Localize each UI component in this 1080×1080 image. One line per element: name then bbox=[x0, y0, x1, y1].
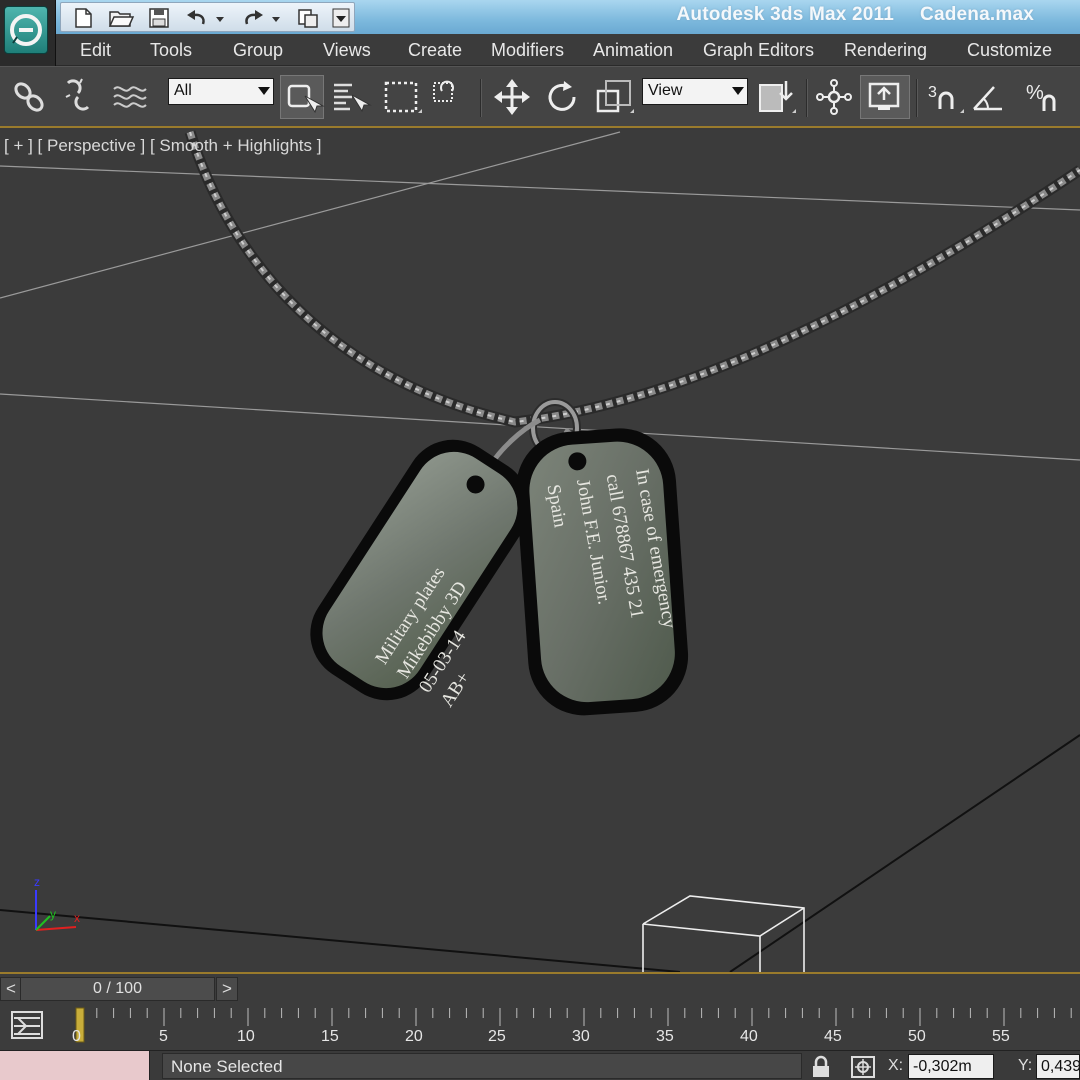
axis-x-label: x bbox=[74, 911, 80, 925]
y-coordinate-field[interactable]: 0,439 bbox=[1036, 1054, 1080, 1079]
scene-render: Military plates Mikebibby 3D 05-03-14 AB… bbox=[0, 130, 1080, 972]
x-coordinate-label: X: bbox=[888, 1057, 904, 1074]
app-title: Autodesk 3ds Max 2011 bbox=[676, 4, 895, 25]
menu-customize[interactable]: Customize bbox=[967, 40, 1052, 61]
window-title: Autodesk 3ds Max 2011 Cadena.max bbox=[677, 4, 1034, 26]
snaps-toggle-icon[interactable]: 3 bbox=[922, 75, 966, 119]
toolbar-separator bbox=[480, 79, 482, 117]
track-bar[interactable]: 0 5 10 15 20 25 30 35 40 45 50 55 bbox=[0, 1002, 1080, 1050]
save-icon[interactable] bbox=[145, 6, 173, 30]
wireframe-box bbox=[642, 895, 805, 972]
title-bar: Autodesk 3ds Max 2011 Cadena.max bbox=[0, 0, 1080, 34]
window-crossing-icon[interactable] bbox=[428, 75, 472, 119]
file-name: Cadena.max bbox=[920, 4, 1034, 25]
chevron-down-icon bbox=[258, 87, 270, 95]
select-and-scale-icon[interactable] bbox=[592, 75, 636, 119]
tick-45: 45 bbox=[824, 1028, 842, 1045]
curve-editor-icon[interactable] bbox=[0, 1006, 56, 1046]
time-slider[interactable]: 0 / 100 bbox=[20, 977, 215, 1001]
select-and-manipulate-icon[interactable] bbox=[812, 75, 856, 119]
tick-50: 50 bbox=[908, 1028, 926, 1045]
y-coordinate-label: Y: bbox=[1018, 1057, 1033, 1074]
chain bbox=[184, 130, 1080, 468]
menu-graph-editors[interactable]: Graph Editors bbox=[703, 40, 814, 61]
select-by-name-icon[interactable] bbox=[330, 75, 374, 119]
next-frame-button[interactable]: > bbox=[216, 977, 238, 1001]
viewport-label[interactable]: [ + ] [ Perspective ] [ Smooth + Highlig… bbox=[4, 136, 321, 156]
tick-55: 55 bbox=[992, 1028, 1010, 1045]
reference-coordinate-value: View bbox=[648, 82, 683, 99]
select-and-rotate-icon[interactable] bbox=[540, 75, 584, 119]
percent-snap-toggle-icon[interactable]: % bbox=[1020, 75, 1064, 119]
app-logo-icon bbox=[4, 6, 48, 54]
quick-access-toolbar bbox=[60, 2, 355, 32]
dog-tag-left bbox=[310, 439, 530, 701]
tick-40: 40 bbox=[740, 1028, 758, 1045]
application-button[interactable] bbox=[0, 0, 56, 66]
maxscript-listener[interactable] bbox=[0, 1051, 150, 1080]
selection-filter-value: All bbox=[174, 82, 192, 99]
axis-z-label: z bbox=[34, 875, 40, 889]
bind-to-space-warp-icon[interactable] bbox=[108, 75, 152, 119]
tick-30: 30 bbox=[572, 1028, 590, 1045]
menu-animation[interactable]: Animation bbox=[593, 40, 673, 61]
toolbar-separator bbox=[916, 79, 918, 117]
selection-status: None Selected bbox=[162, 1053, 802, 1079]
open-folder-icon[interactable] bbox=[107, 6, 135, 30]
undo-icon[interactable] bbox=[183, 6, 211, 30]
lock-icon[interactable] bbox=[808, 1055, 834, 1079]
tick-5: 5 bbox=[159, 1028, 168, 1045]
select-and-move-icon[interactable] bbox=[490, 75, 534, 119]
tick-15: 15 bbox=[321, 1028, 339, 1045]
tick-10: 10 bbox=[237, 1028, 255, 1045]
project-folder-icon[interactable] bbox=[295, 6, 323, 30]
redo-dropdown-icon[interactable] bbox=[269, 6, 283, 30]
axis-gizmo: z y x bbox=[34, 875, 80, 931]
x-coordinate-field[interactable]: -0,302m bbox=[908, 1054, 994, 1079]
absolute-mode-transform-icon[interactable] bbox=[850, 1055, 876, 1079]
unlink-selection-icon[interactable] bbox=[58, 75, 102, 119]
menu-tools[interactable]: Tools bbox=[150, 40, 192, 61]
tick-35: 35 bbox=[656, 1028, 674, 1045]
menu-create[interactable]: Create bbox=[408, 40, 462, 61]
toolbar-separator bbox=[806, 79, 808, 117]
perspective-viewport[interactable]: Military plates Mikebibby 3D 05-03-14 AB… bbox=[0, 130, 1080, 972]
menu-bar: Edit Tools Group Views Create Modifiers … bbox=[56, 34, 1080, 66]
select-object-icon[interactable] bbox=[280, 75, 325, 119]
frame-ruler[interactable]: 0 5 10 15 20 25 30 35 40 45 50 55 bbox=[70, 1006, 1080, 1046]
time-slider-bar: < 0 / 100 > bbox=[0, 972, 1080, 1002]
tick-20: 20 bbox=[405, 1028, 423, 1045]
reference-coordinate-dropdown[interactable]: View bbox=[642, 78, 748, 105]
new-file-icon[interactable] bbox=[69, 6, 97, 30]
chevron-down-icon bbox=[732, 87, 744, 95]
tick-25: 25 bbox=[488, 1028, 506, 1045]
menu-group[interactable]: Group bbox=[233, 40, 283, 61]
snaps-toggle-label: 3 bbox=[928, 84, 937, 101]
angle-snap-toggle-icon[interactable] bbox=[968, 75, 1012, 119]
menu-rendering[interactable]: Rendering bbox=[844, 40, 927, 61]
selection-filter-dropdown[interactable]: All bbox=[168, 78, 274, 105]
select-and-link-icon[interactable] bbox=[8, 75, 52, 119]
tick-0: 0 bbox=[72, 1028, 81, 1045]
menu-edit[interactable]: Edit bbox=[80, 40, 111, 61]
menu-views[interactable]: Views bbox=[323, 40, 371, 61]
redo-icon[interactable] bbox=[239, 6, 267, 30]
status-bar: None Selected X: -0,302m Y: 0,439 bbox=[0, 1050, 1080, 1080]
undo-dropdown-icon[interactable] bbox=[213, 6, 227, 30]
svg-text:%: % bbox=[1026, 82, 1044, 104]
quick-access-dropdown-icon[interactable] bbox=[331, 6, 351, 30]
rectangular-selection-region-icon[interactable] bbox=[380, 75, 424, 119]
menu-modifiers[interactable]: Modifiers bbox=[491, 40, 564, 61]
previous-frame-button[interactable]: < bbox=[0, 977, 22, 1001]
axis-y-label: y bbox=[50, 907, 56, 921]
main-toolbar: All View 3 % bbox=[0, 66, 1080, 128]
use-pivot-point-center-icon[interactable] bbox=[754, 75, 798, 119]
keyboard-shortcut-override-icon[interactable] bbox=[860, 75, 910, 119]
